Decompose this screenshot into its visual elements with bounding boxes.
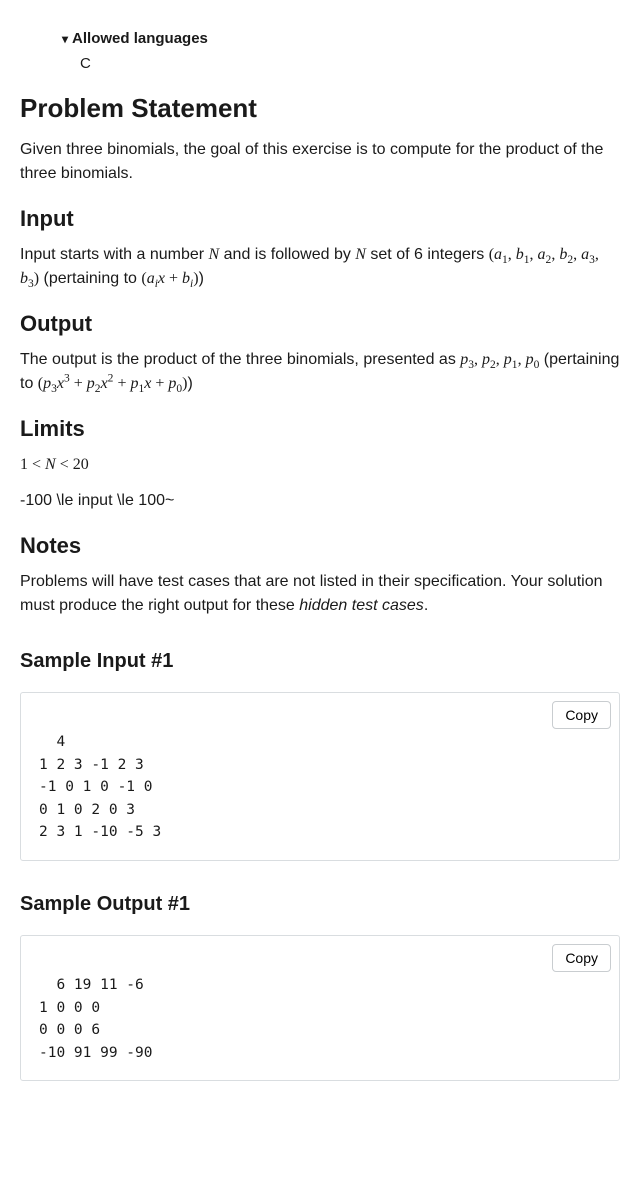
sample-input-1-block: Copy 4 1 2 3 -1 2 3 -1 0 1 0 -1 0 0 1 0 2… bbox=[20, 692, 620, 861]
sample-input-1-content: 4 1 2 3 -1 2 3 -1 0 1 0 -1 0 0 1 0 2 0 3… bbox=[39, 734, 161, 840]
problem-statement-text: Given three binomials, the goal of this … bbox=[20, 138, 620, 186]
heading-input: Input bbox=[20, 202, 620, 235]
heading-notes: Notes bbox=[20, 529, 620, 562]
allowed-languages-label: Allowed languages bbox=[72, 28, 208, 51]
notes-post: . bbox=[424, 597, 428, 614]
limits-line-2: -100 \le input \le 100~ bbox=[20, 489, 620, 513]
heading-output: Output bbox=[20, 307, 620, 340]
heading-problem-statement: Problem Statement bbox=[20, 89, 620, 128]
input-text-pertaining: (pertaining to bbox=[39, 270, 141, 287]
input-text-mid1: and is followed by bbox=[219, 246, 355, 263]
input-description: Input starts with a number N and is foll… bbox=[20, 243, 620, 291]
math-output-coeffs: p3, p2, p1, p0 bbox=[460, 351, 539, 368]
limits-line-1: 1 < N < 20 bbox=[20, 453, 620, 477]
math-input-binom: (aix + bi) bbox=[141, 270, 198, 287]
heading-sample-input-1: Sample Input #1 bbox=[20, 646, 620, 676]
math-output-poly: (p3x3 + p2x2 + p1x + p0) bbox=[38, 375, 188, 392]
output-text-pre: The output is the product of the three b… bbox=[20, 351, 460, 368]
notes-text: Problems will have test cases that are n… bbox=[20, 570, 620, 618]
copy-button[interactable]: Copy bbox=[552, 701, 611, 729]
sample-output-1-block: Copy 6 19 11 -6 1 0 0 0 0 0 0 6 -10 91 99… bbox=[20, 935, 620, 1081]
input-text-pre: Input starts with a number bbox=[20, 246, 209, 263]
chevron-down-icon: ▾ bbox=[62, 30, 68, 48]
allowed-languages-toggle[interactable]: ▾ Allowed languages bbox=[62, 28, 620, 51]
input-text-mid2: set of 6 integers bbox=[366, 246, 489, 263]
output-text-close: ) bbox=[187, 375, 192, 392]
heading-sample-output-1: Sample Output #1 bbox=[20, 889, 620, 919]
copy-button[interactable]: Copy bbox=[552, 944, 611, 972]
input-text-close: ) bbox=[199, 270, 204, 287]
output-description: The output is the product of the three b… bbox=[20, 348, 620, 396]
sample-output-1-content: 6 19 11 -6 1 0 0 0 0 0 0 6 -10 91 99 -90 bbox=[39, 977, 153, 1060]
math-N-2: N bbox=[355, 246, 366, 263]
heading-limits: Limits bbox=[20, 412, 620, 445]
math-N: N bbox=[209, 246, 220, 263]
notes-emphasis: hidden test cases bbox=[299, 597, 424, 614]
language-list: C bbox=[80, 53, 620, 76]
